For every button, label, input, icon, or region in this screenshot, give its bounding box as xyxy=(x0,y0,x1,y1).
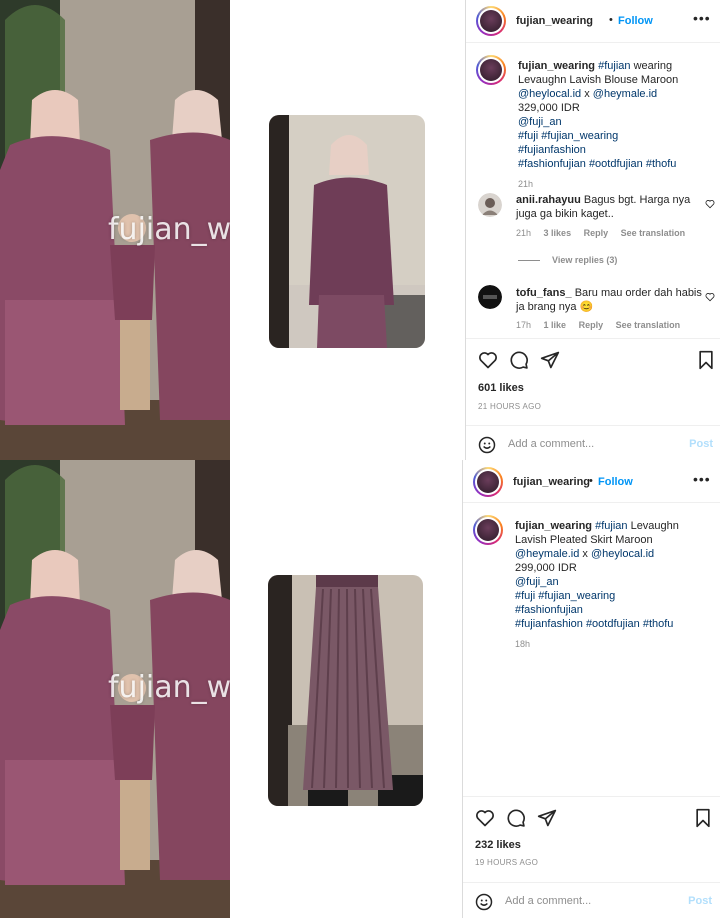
post-comment-button[interactable]: Post xyxy=(689,438,713,450)
price-text: 299,000 IDR xyxy=(515,562,577,574)
caption-avatar[interactable] xyxy=(476,55,506,85)
mention-link[interactable]: @heylocal.id xyxy=(518,88,581,100)
caption-x: x xyxy=(581,88,593,100)
post-time: 21 HOURS AGO xyxy=(478,402,542,411)
bookmark-icon[interactable] xyxy=(696,350,716,370)
commenter-avatar[interactable] xyxy=(478,193,502,217)
comment-likes[interactable]: 1 like xyxy=(544,320,567,330)
comment-like-icon[interactable] xyxy=(705,292,715,302)
follow-button[interactable]: Follow xyxy=(618,15,653,27)
caption-x: x xyxy=(579,548,591,560)
caption-username[interactable]: fujian_wearing xyxy=(515,520,592,532)
post-header: fujian_wearing • Follow ••• xyxy=(466,0,720,43)
comment-like-icon[interactable] xyxy=(705,199,715,209)
header-username[interactable]: fujian_wearing xyxy=(516,15,593,27)
blouse-photo xyxy=(269,115,425,348)
commenter-avatar[interactable] xyxy=(478,285,502,309)
action-bar xyxy=(466,338,720,378)
skirt-photo xyxy=(268,575,423,806)
hashtag-link[interactable]: #fujian xyxy=(595,520,627,532)
likes-count[interactable]: 232 likes xyxy=(475,839,521,851)
more-options-icon[interactable]: ••• xyxy=(693,10,711,26)
reply-button[interactable]: Reply xyxy=(584,228,609,238)
post-comment-button[interactable]: Post xyxy=(688,895,712,907)
caption: fujian_wearing #fujian wearing Levaughn … xyxy=(518,59,688,191)
post-1: fujian_wearing fujian_wearing • Follow •… xyxy=(0,0,720,460)
post-header: fujian_wearing • Follow ••• xyxy=(463,460,720,503)
see-translation-link[interactable]: See translation xyxy=(616,320,681,330)
add-comment-bar: Add a comment... Post xyxy=(466,425,720,463)
post-image-blouse[interactable] xyxy=(269,115,425,348)
add-comment-bar: Add a comment... Post xyxy=(463,882,720,918)
watermark: fujian_wearing xyxy=(108,670,230,705)
mention-link[interactable]: @heymale.id xyxy=(593,88,657,100)
hashtag-link[interactable]: #fujian xyxy=(598,60,630,72)
emoji-icon[interactable] xyxy=(478,436,496,454)
caption-time: 18h xyxy=(515,639,531,649)
comment-likes[interactable]: 3 likes xyxy=(544,228,572,238)
comment-username[interactable]: anii.rahayuu xyxy=(516,194,581,206)
hashtags-line[interactable]: #fuji #fujian_wearing #fujianfashion xyxy=(518,130,618,156)
caption-avatar[interactable] xyxy=(473,515,503,545)
watermark: fujian_wearing xyxy=(108,212,230,247)
post-1-panel: fujian_wearing • Follow ••• fujian_weari… xyxy=(465,0,720,460)
header-username[interactable]: fujian_wearing xyxy=(513,476,590,488)
mention-link[interactable]: @fuji_an xyxy=(518,116,562,128)
like-heart-icon[interactable] xyxy=(475,808,495,828)
comment-meta: 21h 3 likes Reply See translation xyxy=(516,228,695,238)
view-replies[interactable]: View replies (3) xyxy=(518,255,627,265)
share-send-icon[interactable] xyxy=(540,350,560,370)
comment-bubble-icon[interactable] xyxy=(506,808,526,828)
caption-time: 21h xyxy=(518,179,534,189)
post-image-family[interactable]: fujian_wearing xyxy=(0,0,230,460)
comment-meta: 17h 1 like Reply See translation xyxy=(516,320,690,330)
emoji-icon[interactable] xyxy=(475,893,493,911)
media-gap xyxy=(230,460,465,918)
price-text: 329,000 IDR xyxy=(518,102,580,114)
comment-bubble-icon[interactable] xyxy=(509,350,529,370)
bookmark-icon[interactable] xyxy=(693,808,713,828)
mention-link[interactable]: @heymale.id xyxy=(515,548,579,560)
separator-dot: • xyxy=(589,475,593,487)
reply-button[interactable]: Reply xyxy=(579,320,604,330)
mention-link[interactable]: @heylocal.id xyxy=(591,548,654,560)
comment-username[interactable]: tofu_fans_ xyxy=(516,287,572,299)
separator-dot: • xyxy=(609,14,613,26)
action-bar xyxy=(463,796,720,836)
comment-1: anii.rahayuu Bagus bgt. Harga nya juga g… xyxy=(516,193,706,221)
follow-button[interactable]: Follow xyxy=(598,476,633,488)
post-image-family[interactable]: fujian_wearing xyxy=(0,460,230,918)
post-image-skirt[interactable] xyxy=(268,575,423,806)
avatar[interactable] xyxy=(476,6,506,36)
post-2-panel: fujian_wearing • Follow ••• fujian_weari… xyxy=(462,460,720,918)
avatar[interactable] xyxy=(473,467,503,497)
caption: fujian_wearing #fujian Levaughn Lavish P… xyxy=(515,519,685,651)
like-heart-icon[interactable] xyxy=(478,350,498,370)
caption-username[interactable]: fujian_wearing xyxy=(518,60,595,72)
comment-input[interactable]: Add a comment... xyxy=(508,438,594,450)
view-replies-label[interactable]: View replies (3) xyxy=(552,255,617,265)
post-time: 19 HOURS AGO xyxy=(475,858,539,867)
hashtags-line[interactable]: #fashionfujian #ootdfujian #thofu xyxy=(518,158,676,170)
hashtags-line[interactable]: #fuji #fujian_wearing #fashionfujian xyxy=(515,590,615,616)
share-send-icon[interactable] xyxy=(537,808,557,828)
hashtags-line[interactable]: #fujianfashion #ootdfujian #thofu xyxy=(515,618,673,630)
comment-time: 17h xyxy=(516,320,532,330)
likes-count[interactable]: 601 likes xyxy=(478,382,524,394)
comment-input[interactable]: Add a comment... xyxy=(505,895,591,907)
more-options-icon[interactable]: ••• xyxy=(693,471,711,487)
comment-2: tofu_fans_ Baru mau order dah habis ja b… xyxy=(516,286,706,314)
comment-time: 21h xyxy=(516,228,532,238)
see-translation-link[interactable]: See translation xyxy=(621,228,686,238)
media-gap xyxy=(230,0,465,460)
post-2: fujian_wearing fujian xyxy=(0,460,720,918)
mention-link[interactable]: @fuji_an xyxy=(515,576,559,588)
